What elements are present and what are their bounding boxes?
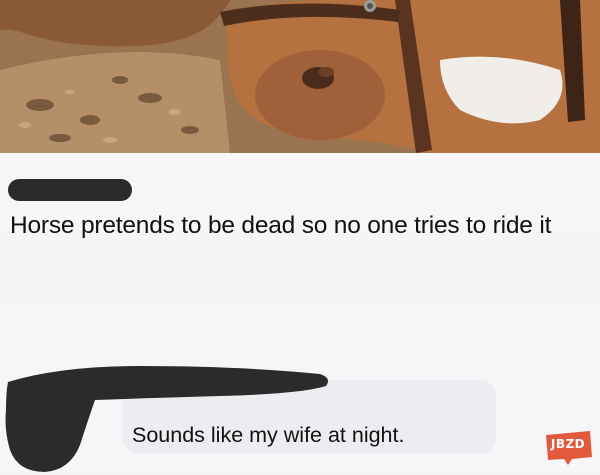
post-photo[interactable]: [0, 0, 600, 153]
post-container: Horse pretends to be dead so no one trie…: [0, 153, 600, 300]
watermark-text: JBZD: [550, 437, 586, 451]
post-text: Horse pretends to be dead so no one trie…: [10, 212, 552, 239]
comment-container: Sounds like my wife at night.: [0, 300, 600, 473]
comment-text: Sounds like my wife at night.: [132, 423, 405, 447]
jbzd-watermark: JBZD: [542, 427, 594, 467]
redacted-username: [8, 179, 132, 201]
redacted-commenter: [5, 366, 328, 472]
